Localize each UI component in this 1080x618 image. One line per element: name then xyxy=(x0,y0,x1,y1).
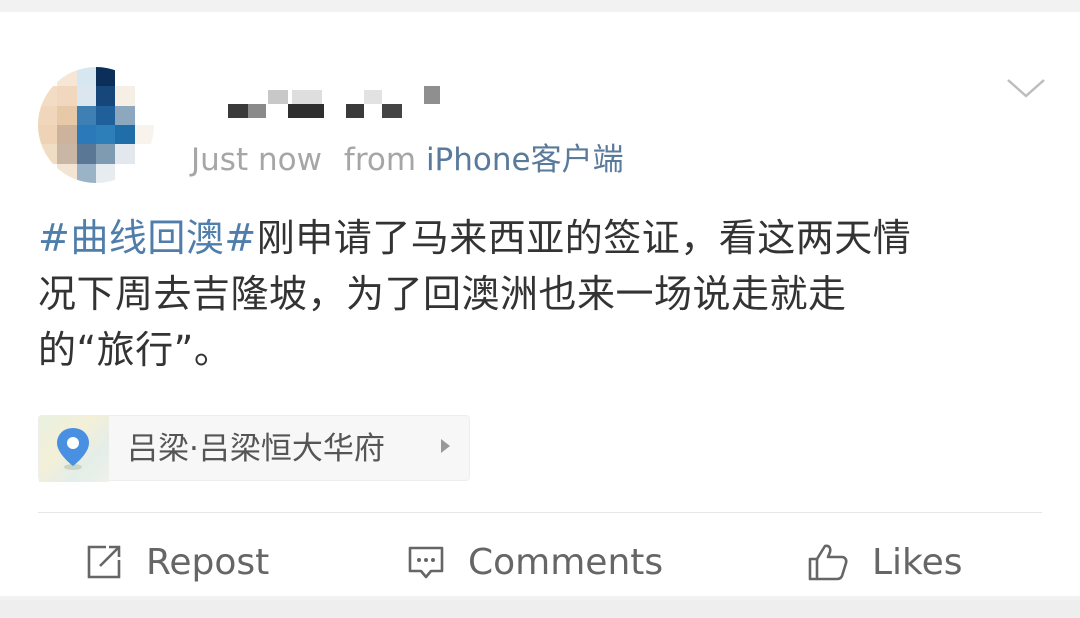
post-text-line: 况下周去吉隆坡，为了回澳洲也来一场说走就走 xyxy=(38,272,847,316)
post-meta: Just now from iPhone客户端 xyxy=(191,140,624,180)
source-link[interactable]: iPhone客户端 xyxy=(426,142,624,178)
weibo-post-card: Just now from iPhone客户端 #曲线回澳#刚申请了马来西亚的签证… xyxy=(0,12,1080,596)
post-text: #曲线回澳#刚申请了马来西亚的签证，看这两天情 况下周去吉隆坡，为了回澳洲也来一… xyxy=(38,210,1048,378)
divider xyxy=(38,512,1042,513)
source-prefix: from xyxy=(343,142,417,178)
comments-label: Comments xyxy=(468,541,664,583)
location-map-thumbnail xyxy=(39,416,109,482)
likes-label: Likes xyxy=(872,541,963,583)
likes-button[interactable]: Likes xyxy=(806,534,963,590)
thumbs-up-icon xyxy=(808,544,848,581)
comment-icon xyxy=(408,546,444,579)
feed-separator xyxy=(0,600,1080,618)
location-pin-icon xyxy=(57,428,89,470)
author-name-redacted[interactable] xyxy=(228,84,448,124)
post-text-line: 的“旅行”。 xyxy=(38,328,233,372)
repost-label: Repost xyxy=(146,541,270,583)
location-arrow-icon xyxy=(441,439,450,453)
avatar[interactable] xyxy=(38,67,154,183)
comments-button[interactable]: Comments xyxy=(406,534,663,590)
post-text-line: 刚申请了马来西亚的签证，看这两天情 xyxy=(256,216,912,260)
repost-button[interactable]: Repost xyxy=(84,534,269,590)
topic-link[interactable]: #曲线回澳# xyxy=(38,216,257,260)
chevron-down-icon[interactable] xyxy=(1004,74,1048,102)
repost-icon xyxy=(87,545,121,579)
location-tag[interactable]: 吕梁·吕梁恒大华府 xyxy=(38,415,470,482)
location-label: 吕梁·吕梁恒大华府 xyxy=(127,431,385,467)
timestamp: Just now xyxy=(191,142,322,178)
